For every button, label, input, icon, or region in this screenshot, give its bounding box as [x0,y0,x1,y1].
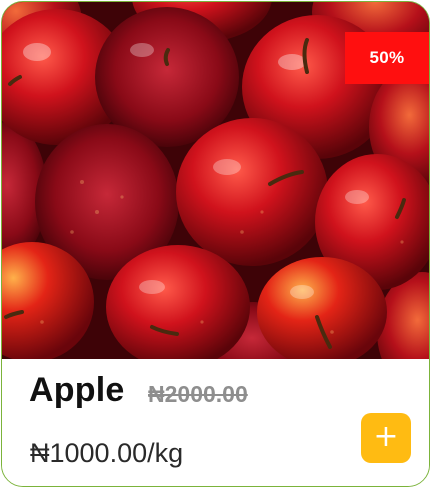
product-name: Apple [29,371,125,409]
product-image: 50% [2,2,429,359]
discount-badge: 50% [345,32,429,84]
product-info: Apple ₦2000.00 ₦1000.00/kg + [2,359,429,486]
original-price: ₦2000.00 [148,381,248,407]
plus-icon: + [373,419,399,454]
add-to-cart-button[interactable]: + [361,413,411,463]
product-card[interactable]: 50% Apple ₦2000.00 ₦1000.00/kg + [1,1,430,487]
current-price: ₦1000.00/kg [30,438,184,468]
